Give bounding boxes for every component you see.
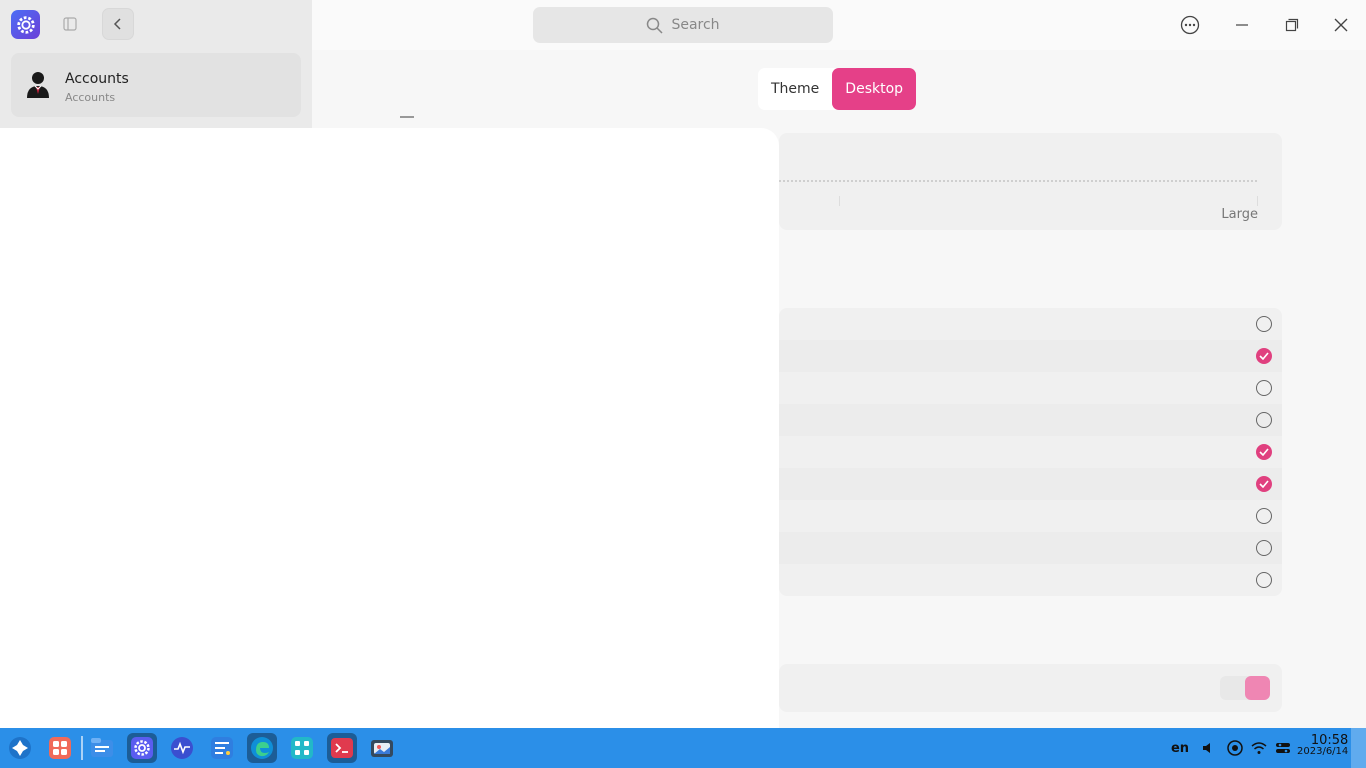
list-item[interactable] (779, 468, 1282, 500)
icon-size-slider-card: Large (779, 133, 1282, 230)
checked-circle-icon[interactable] (1256, 476, 1272, 492)
wifi-icon[interactable] (1250, 728, 1268, 768)
slider-max-label: Large (1221, 207, 1258, 222)
minimize-button[interactable] (1231, 14, 1253, 36)
minimize-icon (1236, 24, 1248, 26)
unchecked-circle-icon[interactable] (1256, 380, 1272, 396)
checked-circle-icon[interactable] (1256, 348, 1272, 364)
search-placeholder: Search (671, 17, 720, 33)
language-indicator[interactable]: en (1170, 728, 1190, 768)
taskbar-separator (81, 736, 83, 760)
icon-size-slider[interactable] (779, 180, 1257, 184)
show-desktop-button[interactable] (1351, 728, 1366, 768)
taskbar-clock[interactable]: 10:58 2023/6/14 (1297, 733, 1349, 757)
sidebar-item-sublabel: Accounts (65, 91, 116, 104)
close-icon (1334, 18, 1348, 32)
setting-toggle-switch[interactable] (1220, 676, 1270, 700)
checked-circle-icon[interactable] (1256, 444, 1272, 460)
system-monitor-icon[interactable] (167, 733, 197, 763)
unchecked-circle-icon[interactable] (1256, 412, 1272, 428)
blank-overlay-panel (0, 128, 779, 728)
toggle-setting-card (779, 664, 1282, 712)
taskbar: en 10:58 2023/6/14 (0, 728, 1366, 768)
settings-window: Accounts Accounts Search Theme Desktop L… (0, 0, 1366, 728)
assistant-icon[interactable] (1226, 728, 1244, 768)
settings-app-icon (11, 10, 40, 39)
title-bar: Search (312, 0, 1366, 50)
app-grid-icon[interactable] (45, 733, 75, 763)
user-avatar-icon (25, 70, 51, 98)
chevron-left-icon (113, 18, 121, 30)
partial-checkbox-icon (400, 112, 414, 118)
list-item[interactable] (779, 340, 1282, 372)
edge-browser-icon[interactable] (247, 733, 277, 763)
settings-icon[interactable] (127, 733, 157, 763)
file-manager-icon[interactable] (87, 733, 117, 763)
desktop-icons-list (779, 308, 1282, 596)
sidebar-item-accounts[interactable]: Accounts Accounts (11, 53, 301, 117)
tab-desktop[interactable]: Desktop (832, 68, 917, 110)
unchecked-circle-icon[interactable] (1256, 572, 1272, 588)
slider-tick (839, 196, 840, 206)
toggle-knob (1245, 676, 1270, 700)
text-editor-icon[interactable] (207, 733, 237, 763)
clock-time: 10:58 (1310, 733, 1349, 748)
list-item[interactable] (779, 436, 1282, 468)
restore-icon (1285, 18, 1299, 32)
list-item[interactable] (779, 564, 1282, 596)
list-item[interactable] (779, 500, 1282, 532)
more-options-button[interactable] (1179, 14, 1201, 36)
control-center-icon[interactable] (1274, 728, 1292, 768)
close-button[interactable] (1330, 14, 1352, 36)
more-icon (1180, 15, 1200, 35)
maximize-button[interactable] (1281, 14, 1303, 36)
list-item[interactable] (779, 404, 1282, 436)
launcher-icon[interactable] (5, 733, 35, 763)
unchecked-circle-icon[interactable] (1256, 508, 1272, 524)
image-viewer-icon[interactable] (367, 733, 397, 763)
unchecked-circle-icon[interactable] (1256, 540, 1272, 556)
slider-tick (1257, 196, 1258, 206)
terminal-icon[interactable] (327, 733, 357, 763)
unchecked-circle-icon[interactable] (1256, 316, 1272, 332)
app-store-icon[interactable] (287, 733, 317, 763)
tab-bar: Theme Desktop (758, 68, 917, 110)
volume-icon[interactable] (1200, 728, 1218, 768)
list-item[interactable] (779, 372, 1282, 404)
list-item[interactable] (779, 308, 1282, 340)
search-input[interactable]: Search (533, 7, 833, 43)
clock-date: 2023/6/14 (1297, 746, 1349, 757)
sidebar-item-label: Accounts (65, 71, 129, 87)
tab-theme[interactable]: Theme (758, 68, 832, 110)
back-button[interactable] (102, 8, 134, 40)
sidebar-toggle-icon[interactable] (62, 16, 78, 32)
list-item[interactable] (779, 532, 1282, 564)
search-icon (647, 17, 663, 34)
